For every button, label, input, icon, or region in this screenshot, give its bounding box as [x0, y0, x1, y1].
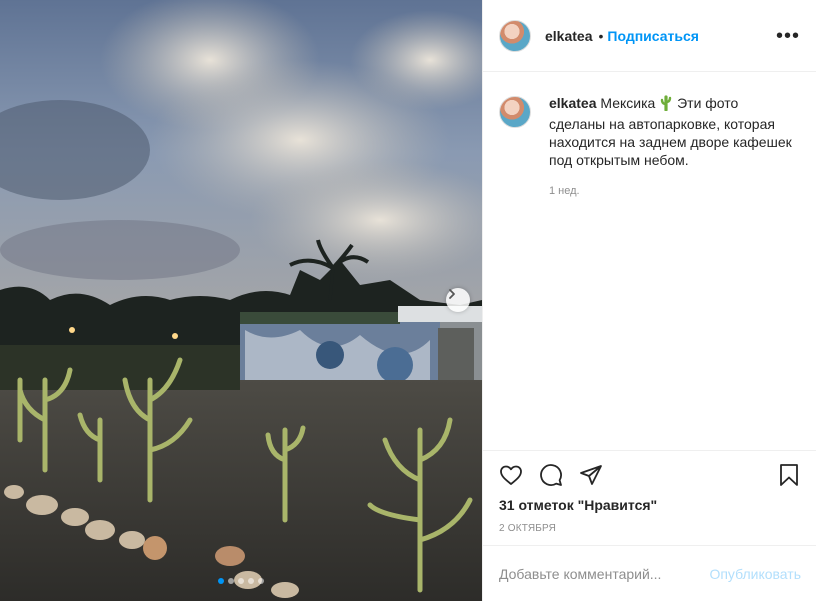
caption-text: elkatea Мексика Эти фото сделаны на авто… — [549, 94, 797, 169]
post-photo[interactable] — [0, 0, 482, 601]
carousel-dot — [218, 578, 224, 584]
post-actions: 31 отметок "Нравится" 2 ОКТЯБРЯ — [483, 450, 816, 534]
post-date: 2 ОКТЯБРЯ — [499, 523, 557, 534]
cactus-icon — [659, 95, 673, 115]
paper-plane-icon[interactable] — [579, 463, 603, 487]
follow-button[interactable]: Подписаться — [607, 28, 699, 44]
carousel-next-button[interactable] — [446, 288, 470, 312]
more-options-icon[interactable]: ••• — [776, 26, 800, 46]
carousel-dot — [228, 578, 234, 584]
comment-input[interactable] — [499, 565, 710, 582]
comment-form: Опубликовать — [483, 545, 816, 601]
carousel-indicator — [0, 578, 482, 584]
post-header: elkatea • Подписаться ••• — [483, 0, 816, 72]
carousel-dot — [238, 578, 244, 584]
chevron-right-icon — [449, 289, 455, 299]
comment-bubble-icon[interactable] — [539, 463, 563, 487]
publish-button[interactable]: Опубликовать — [709, 566, 801, 582]
heart-icon[interactable] — [499, 463, 523, 487]
comment-timestamp[interactable]: 1 нед. — [549, 185, 797, 197]
bookmark-icon[interactable] — [777, 463, 801, 487]
caption-comment: elkatea Мексика Эти фото сделаны на авто… — [483, 72, 816, 197]
separator-dot: • — [598, 27, 604, 44]
photo-image — [0, 0, 482, 601]
post-side-panel: elkatea • Подписаться ••• elkatea Мексик… — [482, 0, 816, 601]
likes-count[interactable]: 31 отметок "Нравится" — [483, 497, 816, 513]
avatar[interactable] — [499, 19, 531, 52]
caption-username[interactable]: elkatea — [549, 95, 596, 111]
carousel-dot — [258, 578, 264, 584]
author-username[interactable]: elkatea — [545, 28, 592, 44]
carousel-dot — [248, 578, 254, 584]
caption-word: Мексика — [600, 95, 656, 111]
avatar[interactable] — [499, 96, 531, 128]
